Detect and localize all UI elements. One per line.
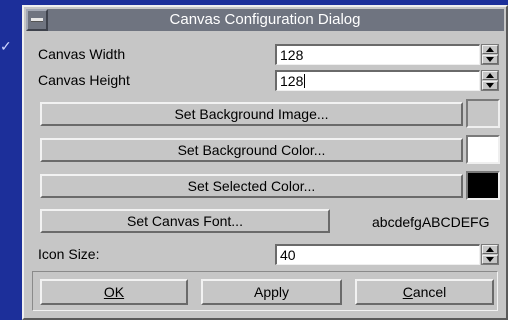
- set-background-color-button[interactable]: Set Background Color...: [40, 138, 463, 162]
- canvas-width-label: Canvas Width: [38, 46, 126, 62]
- icon-size-stepper[interactable]: [481, 244, 499, 265]
- desktop-icon-fragment: ✓: [0, 38, 12, 54]
- background-image-swatch: [466, 99, 500, 128]
- canvas-width-field[interactable]: 128: [275, 44, 480, 65]
- title-bar[interactable]: Canvas Configuration Dialog: [26, 9, 504, 31]
- icon-size-label: Icon Size:: [38, 246, 100, 262]
- ok-button[interactable]: OK: [40, 279, 188, 305]
- window-menu-icon[interactable]: [26, 9, 48, 31]
- text-cursor: [304, 74, 306, 88]
- spin-up-icon[interactable]: [482, 71, 498, 80]
- canvas-width-value: 128: [280, 47, 304, 63]
- spin-down-icon[interactable]: [482, 55, 498, 64]
- icon-size-field[interactable]: 40: [275, 244, 480, 265]
- background-color-swatch: [466, 135, 500, 164]
- spin-up-icon[interactable]: [482, 245, 498, 254]
- dialog-button-bar: OK Apply Cancel: [32, 271, 498, 311]
- icon-size-value: 40: [280, 247, 296, 263]
- selected-color-swatch: [466, 171, 500, 200]
- canvas-height-value: 128: [280, 73, 304, 89]
- cancel-button[interactable]: Cancel: [355, 279, 494, 305]
- canvas-width-stepper[interactable]: [481, 44, 499, 65]
- spin-up-icon[interactable]: [482, 45, 498, 54]
- dialog-title: Canvas Configuration Dialog: [169, 11, 361, 28]
- spin-down-icon[interactable]: [482, 81, 498, 90]
- canvas-height-field[interactable]: 128: [275, 70, 480, 91]
- font-sample-text: abcdefgABCDEFG: [372, 214, 490, 230]
- canvas-height-label: Canvas Height: [38, 72, 130, 88]
- cancel-label: Cancel: [402, 284, 447, 300]
- set-canvas-font-button[interactable]: Set Canvas Font...: [40, 209, 330, 233]
- spin-down-icon[interactable]: [482, 255, 498, 264]
- apply-button[interactable]: Apply: [201, 279, 342, 305]
- ok-label: OK: [103, 284, 125, 300]
- set-selected-color-button[interactable]: Set Selected Color...: [40, 174, 463, 198]
- set-background-image-button[interactable]: Set Background Image...: [40, 102, 463, 126]
- canvas-height-stepper[interactable]: [481, 70, 499, 91]
- canvas-configuration-dialog: Canvas Configuration Dialog Canvas Width…: [22, 5, 508, 320]
